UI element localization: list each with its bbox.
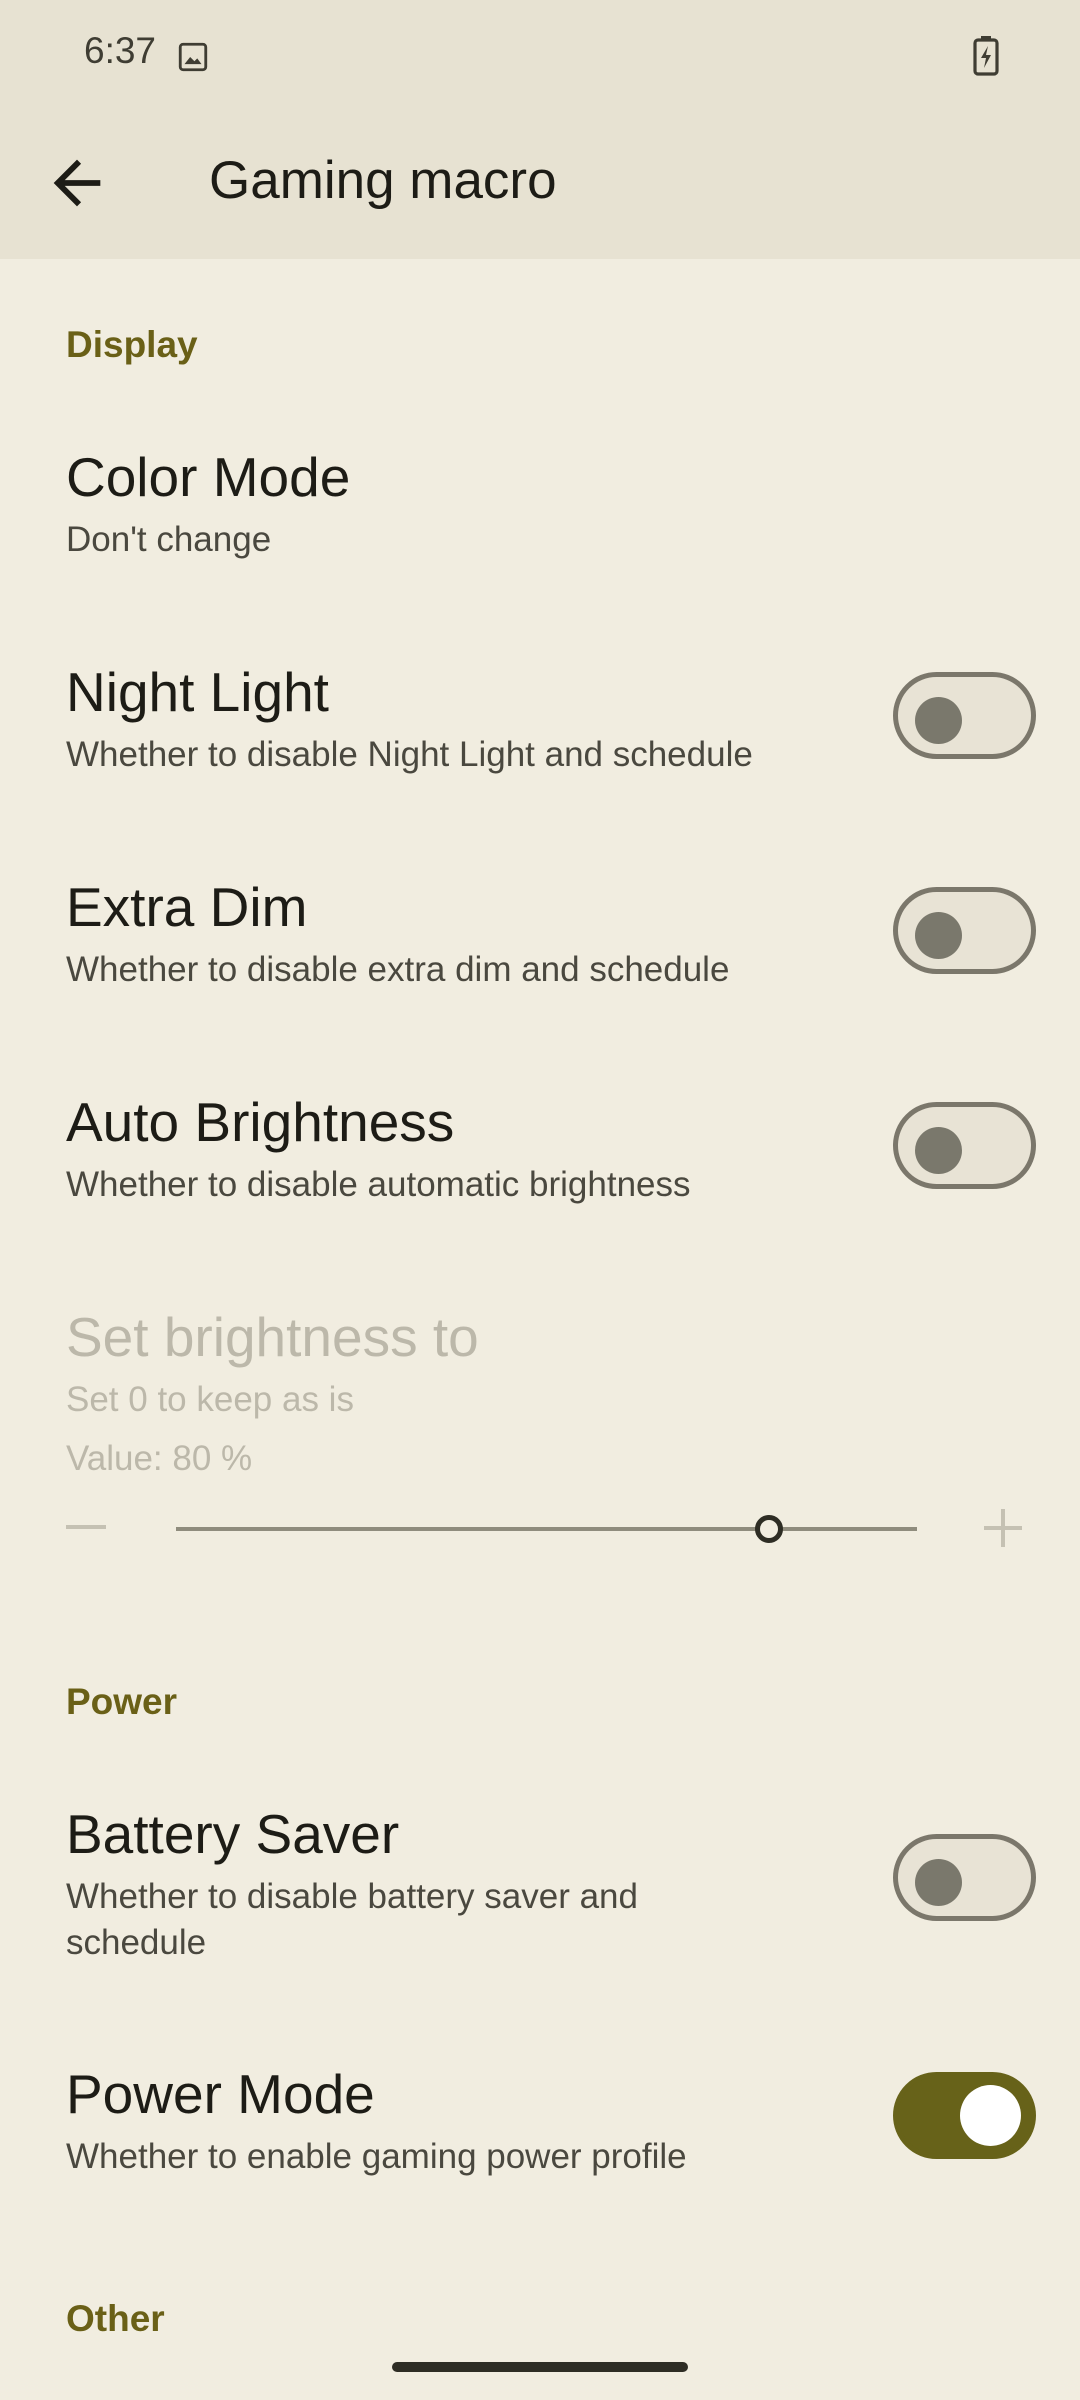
battery-charging-icon	[973, 36, 999, 76]
status-time: 6:37	[84, 30, 157, 71]
power-mode-subtitle: Whether to enable gaming power profile	[66, 2137, 687, 2176]
status-bar: 6:37	[0, 0, 1080, 112]
toggle-knob	[915, 1859, 962, 1906]
auto-brightness-toggle[interactable]	[893, 1102, 1036, 1189]
battery-saver-title: Battery Saver	[66, 1803, 400, 1865]
toggle-knob	[960, 2085, 1021, 2146]
color-mode-subtitle: Don't change	[66, 520, 272, 559]
night-light-toggle[interactable]	[893, 672, 1036, 759]
back-arrow-icon[interactable]	[42, 148, 112, 218]
color-mode-title: Color Mode	[66, 446, 351, 508]
extra-dim-subtitle: Whether to disable extra dim and schedul…	[66, 950, 730, 989]
power-mode-toggle[interactable]	[893, 2072, 1036, 2159]
section-header-other: Other	[66, 2298, 165, 2339]
extra-dim-title: Extra Dim	[66, 876, 308, 938]
auto-brightness-subtitle: Whether to disable automatic brightness	[66, 1165, 691, 1204]
night-light-subtitle: Whether to disable Night Light and sched…	[66, 735, 753, 774]
set-brightness-subtitle: Set 0 to keep as is	[66, 1380, 354, 1419]
toggle-knob	[915, 697, 962, 744]
power-mode-title: Power Mode	[66, 2063, 375, 2125]
page-title: Gaming macro	[209, 151, 557, 210]
brightness-slider-thumb	[754, 1515, 783, 1543]
minus-icon	[66, 1525, 106, 1529]
battery-saver-subtitle: Whether to disable battery saver and sch…	[66, 1877, 638, 1962]
app-bar: Gaming macro	[0, 112, 1080, 259]
section-header-display: Display	[66, 324, 198, 365]
section-header-power: Power	[66, 1681, 178, 1722]
auto-brightness-title: Auto Brightness	[66, 1091, 455, 1153]
gesture-navigation-bar[interactable]	[392, 2362, 688, 2372]
set-brightness-title: Set brightness to	[66, 1306, 479, 1368]
brightness-slider-track	[176, 1527, 917, 1531]
image-notification-icon	[178, 42, 208, 72]
battery-saver-toggle[interactable]	[893, 1834, 1036, 1921]
night-light-title: Night Light	[66, 661, 329, 723]
extra-dim-toggle[interactable]	[893, 887, 1036, 974]
toggle-knob	[915, 1127, 962, 1174]
toggle-knob	[915, 912, 962, 959]
set-brightness-value: Value: 80 %	[66, 1439, 253, 1478]
